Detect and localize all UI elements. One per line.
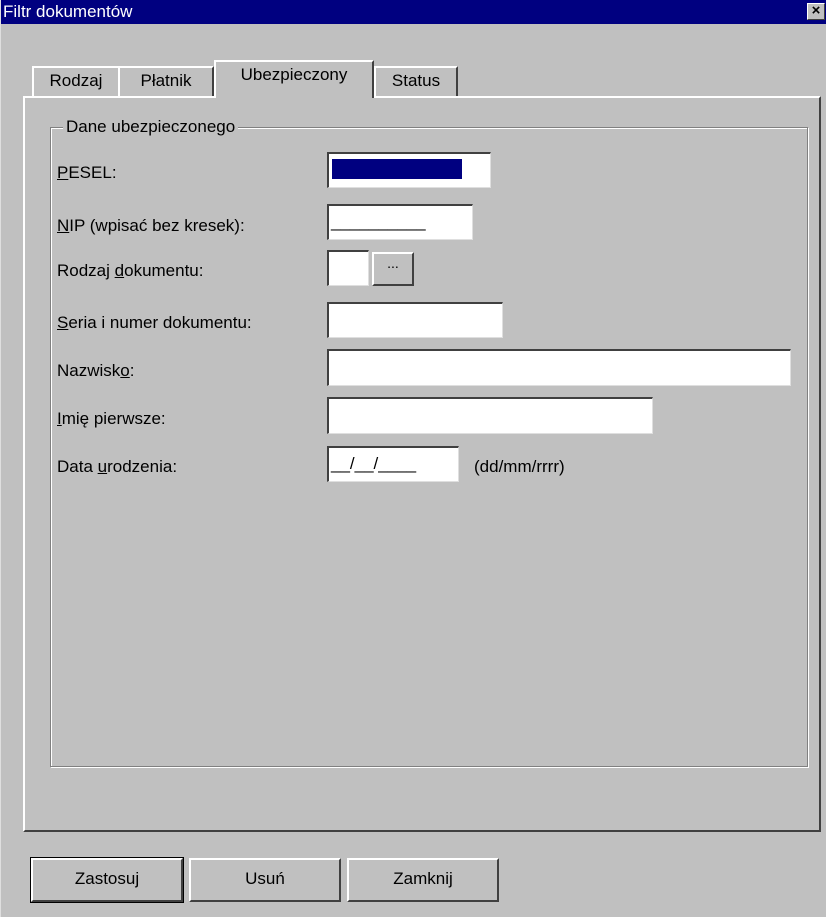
pesel-selection <box>332 159 462 179</box>
doc-number-label: Seria i numer dokumentu: <box>57 313 252 332</box>
pesel-label: PESEL: <box>57 163 117 182</box>
pesel-input[interactable] <box>327 152 491 188</box>
birth-date-label: Data urodzenia: <box>57 457 178 476</box>
doc-type-browse-button[interactable]: ... <box>372 252 414 286</box>
surname-label: Nazwisko: <box>57 361 135 380</box>
first-name-input[interactable] <box>327 397 653 434</box>
nip-label: NIP (wpisać bez kresek): <box>57 216 245 235</box>
doc-type-label: Rodzaj dokumentu: <box>57 261 204 280</box>
delete-button[interactable]: Usuń <box>189 858 341 902</box>
birth-date-input[interactable]: __/__/____ <box>327 446 459 482</box>
apply-button[interactable]: Zastosuj <box>30 857 184 903</box>
filter-dialog: Filtr dokumentów × Rodzaj Płatnik Ubezpi… <box>0 0 826 917</box>
surname-input[interactable] <box>327 349 791 386</box>
close-button[interactable]: Zamknij <box>347 858 499 902</box>
nip-input[interactable]: __________ <box>327 204 473 240</box>
first-name-label: Imię pierwsze: <box>57 409 166 428</box>
doc-type-input[interactable] <box>327 250 369 286</box>
birth-date-format-hint: (dd/mm/rrrr) <box>474 457 565 476</box>
doc-number-input[interactable] <box>327 302 503 338</box>
